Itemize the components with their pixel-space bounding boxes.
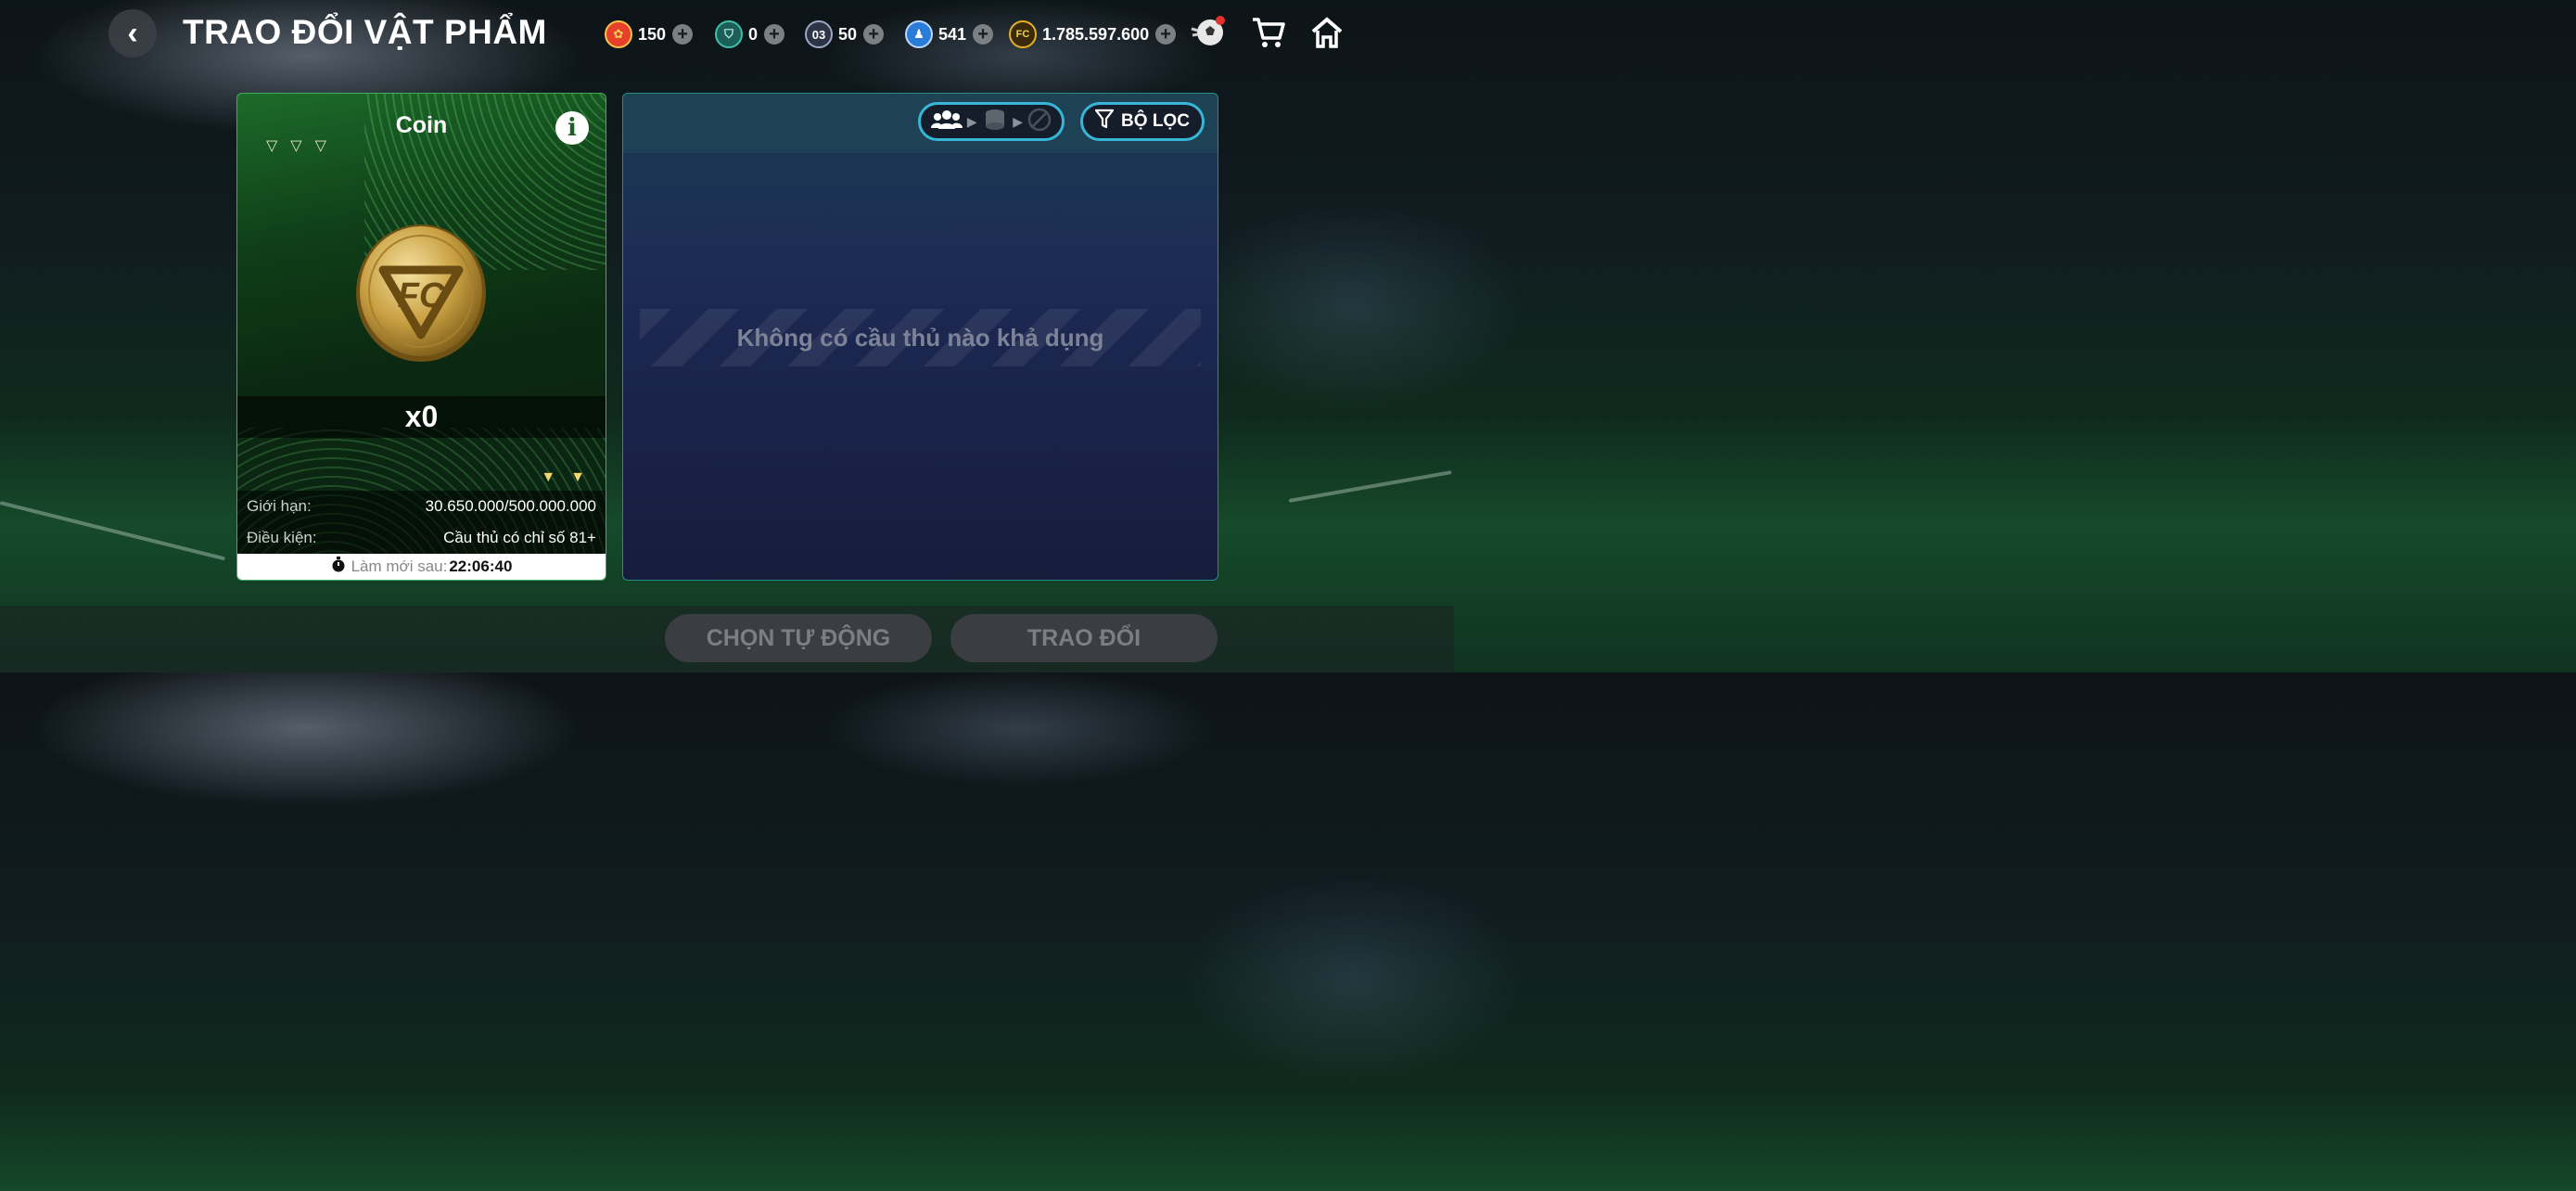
refresh-timer: Làm mới sau: 22:06:40 (237, 554, 606, 580)
refresh-label: Làm mới sau: (351, 557, 448, 575)
add-player-button[interactable]: + (973, 24, 994, 45)
limit-value: 30.650.000/500.000.000 (425, 497, 596, 515)
empty-state: Không có cầu thủ nào khả dụng (640, 309, 1201, 366)
player-list-panel: ▶ ▶ BỘ LỌC Không có cầu thủ nào khả dụng (622, 93, 1218, 581)
limit-row: Giới hạn: 30.650.000/500.000.000 (237, 491, 606, 522)
empty-message: Không có cầu thủ nào khả dụng (736, 323, 1104, 352)
resource-fc-coin: FC 1.785.597.600 + (1009, 19, 1177, 50)
resource-value: 0 (748, 24, 759, 44)
resource-value: 541 (938, 24, 967, 44)
card-icon: 03 (805, 20, 833, 48)
filter-button[interactable]: BỘ LỌC (1080, 102, 1205, 141)
resource-value: 1.785.597.600 (1042, 24, 1150, 44)
add-fc-coin-button[interactable]: + (1155, 24, 1177, 45)
puzzle-icon: ✿ (605, 20, 632, 48)
ball-icon[interactable] (1189, 13, 1228, 52)
chevron-left-icon: ‹ (127, 15, 138, 51)
page-title: TRAO ĐỔI VẬT PHẨM (183, 13, 547, 51)
field-line (1288, 470, 1452, 503)
condition-label: Điều kiện: (247, 529, 317, 546)
add-puzzle-button[interactable]: + (672, 24, 694, 45)
resource-value: 150 (638, 24, 667, 44)
info-icon: i (567, 114, 577, 142)
resource-puzzle: ✿ 150 + (605, 19, 694, 50)
resource-value: 50 (838, 24, 858, 44)
back-button[interactable]: ‹ (108, 9, 157, 58)
decorative-triangles: ▼▼ (541, 469, 600, 485)
coins-stack-icon (982, 108, 1008, 136)
limit-label: Giới hạn: (247, 497, 312, 515)
chevron-right-icon: ▶ (966, 113, 977, 129)
filter-label: BỘ LỌC (1121, 111, 1190, 131)
stopwatch-icon (331, 556, 346, 578)
svg-text:FC: FC (398, 276, 445, 315)
filter-icon (1094, 109, 1115, 134)
shield-icon: ⛉ (715, 20, 743, 48)
quantity: x0 (237, 396, 606, 438)
add-shield-button[interactable]: + (764, 24, 785, 45)
coin-icon: FC (355, 224, 488, 363)
condition-row: Điều kiện: Cầu thủ có chỉ số 81+ (237, 522, 606, 554)
sort-flow-button[interactable]: ▶ ▶ (918, 102, 1065, 141)
card-icon-label: 03 (811, 27, 826, 42)
card-title: Coin (395, 112, 448, 138)
field-line (0, 501, 226, 561)
resource-card: 03 50 + (805, 19, 885, 50)
chevron-right-icon: ▶ (1013, 113, 1024, 129)
disabled-icon (1027, 108, 1052, 136)
refresh-time: 22:06:40 (449, 557, 513, 575)
fc-coin-icon: FC (1009, 20, 1037, 48)
resource-shield: ⛉ 0 + (715, 19, 785, 50)
auto-select-button[interactable]: CHỌN TỰ ĐỘNG (665, 614, 932, 662)
players-icon (930, 109, 963, 135)
home-icon[interactable] (1307, 13, 1346, 52)
decorative-triangles: ▽▽▽ (266, 138, 339, 154)
add-card-button[interactable]: + (863, 24, 885, 45)
resource-player: ♟ 541 + (905, 19, 994, 50)
reward-card: Coin i ▽▽▽ FC x0 ▼▼ Giới hạn: 30.650.000… (236, 93, 606, 581)
card-details: Giới hạn: 30.650.000/500.000.000 Điều ki… (237, 491, 606, 554)
cart-icon[interactable] (1249, 13, 1288, 52)
player-icon: ♟ (905, 20, 933, 48)
condition-value: Cầu thủ có chỉ số 81+ (443, 529, 596, 546)
exchange-button[interactable]: TRAO ĐỔI (950, 614, 1218, 662)
info-button[interactable]: i (555, 111, 589, 145)
